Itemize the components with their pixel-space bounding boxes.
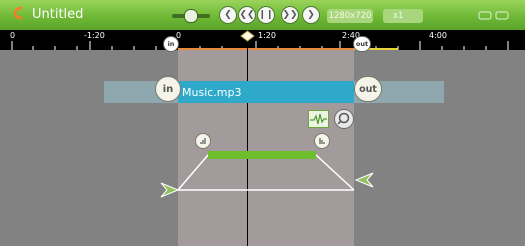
- volume-level-bar[interactable]: [208, 151, 316, 159]
- volume-envelope: [177, 154, 355, 191]
- fade-in-handle[interactable]: [195, 133, 211, 149]
- fade-out-handle[interactable]: [314, 133, 330, 149]
- envelope-end-handle[interactable]: [354, 172, 374, 188]
- fade-in-icon: [200, 138, 206, 144]
- fade-out-icon: [319, 138, 325, 144]
- envelope-start-handle[interactable]: [160, 182, 180, 198]
